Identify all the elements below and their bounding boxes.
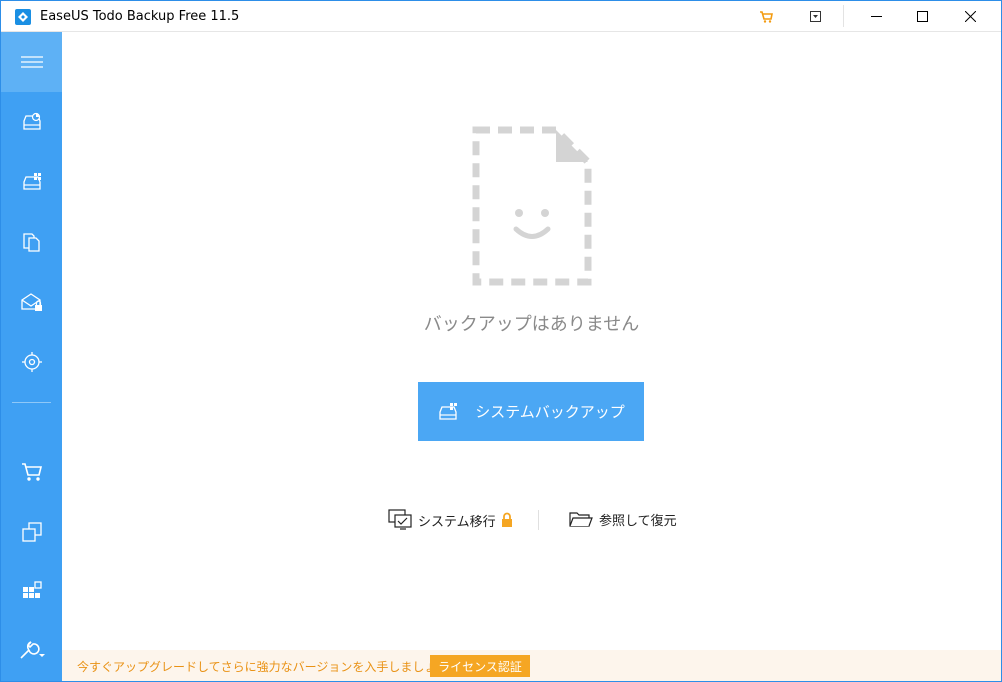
upgrade-promo-text[interactable]: 今すぐアップグレードしてさらに強力なバージョンを入手しましょう。 bbox=[77, 658, 460, 675]
system-migration-icon bbox=[388, 509, 412, 530]
tools-grid-icon[interactable] bbox=[1, 560, 62, 620]
wrench-settings-icon[interactable] bbox=[1, 620, 62, 680]
window-title: EaseUS Todo Backup Free 11.5 bbox=[40, 9, 240, 24]
lock-icon bbox=[501, 512, 512, 527]
titlebar-divider bbox=[843, 5, 844, 27]
empty-document-icon bbox=[472, 126, 592, 290]
system-migration-link[interactable]: システム移行 bbox=[388, 509, 514, 531]
disk-backup-icon[interactable] bbox=[1, 92, 62, 152]
system-backup-icon bbox=[437, 402, 459, 422]
links-divider bbox=[538, 510, 539, 530]
minimize-icon[interactable] bbox=[853, 1, 899, 32]
maximize-icon[interactable] bbox=[899, 1, 945, 32]
browse-to-recover-label: 参照して復元 bbox=[599, 513, 677, 529]
close-icon[interactable] bbox=[947, 1, 993, 32]
sidebar-divider bbox=[12, 402, 51, 403]
file-backup-icon[interactable] bbox=[1, 212, 62, 272]
sidebar bbox=[1, 32, 62, 681]
license-activation-button[interactable]: ライセンス認証 bbox=[430, 655, 530, 677]
title-bar: EaseUS Todo Backup Free 11.5 bbox=[1, 1, 1001, 32]
upgrade-banner: 今すぐアップグレードしてさらに強力なバージョンを入手しましょう。 ライセンス認証 bbox=[62, 650, 1001, 681]
sidebar-menu-toggle[interactable] bbox=[1, 32, 62, 92]
smart-backup-icon[interactable] bbox=[1, 332, 62, 392]
mail-backup-icon[interactable] bbox=[1, 272, 62, 332]
main-panel: バックアップはありません システムバックアップ システム移行 参照して復元 bbox=[62, 32, 1001, 650]
system-migration-label: システム移行 bbox=[418, 514, 496, 530]
folder-icon bbox=[569, 512, 593, 527]
system-backup-icon[interactable] bbox=[1, 152, 62, 212]
menu-dropdown-icon[interactable] bbox=[792, 1, 838, 32]
app-logo-icon bbox=[15, 9, 31, 25]
system-backup-button[interactable]: システムバックアップ bbox=[418, 382, 644, 441]
empty-state-message: バックアップはありません bbox=[423, 314, 640, 335]
hamburger-menu-icon[interactable] bbox=[1, 32, 62, 92]
cart-icon[interactable] bbox=[1, 442, 62, 502]
browse-to-recover-link[interactable]: 参照して復元 bbox=[569, 509, 677, 529]
system-backup-label: システムバックアップ bbox=[475, 403, 625, 421]
cart-icon[interactable] bbox=[743, 1, 789, 32]
app-window: EaseUS Todo Backup Free 11.5 バックアップはありませ… bbox=[0, 0, 1002, 682]
clone-icon[interactable] bbox=[1, 502, 62, 562]
